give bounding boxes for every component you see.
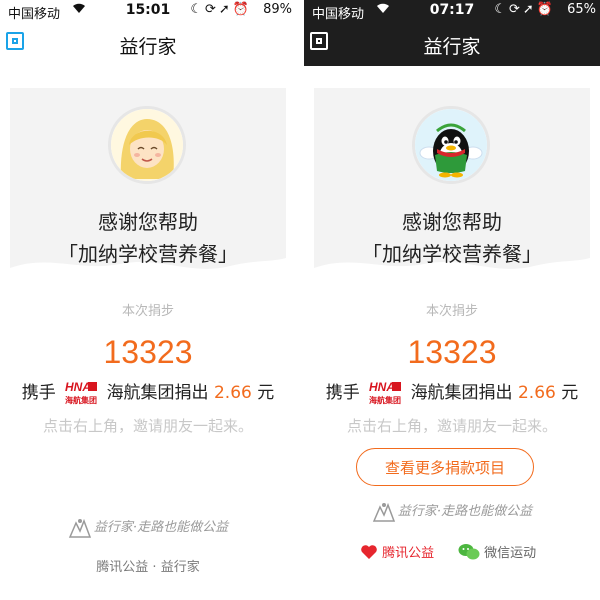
- slogan: 益行家·走路也能做公益: [304, 500, 600, 523]
- invite-hint: 点击右上角，邀请朋友一起来。: [42, 417, 253, 435]
- slogan-brand: 益行家: [397, 504, 437, 519]
- rotation-lock-icon: ⟳: [205, 2, 219, 17]
- yixingjia-logo-icon: [372, 501, 396, 523]
- step-count: 13323: [103, 334, 193, 370]
- currency-unit: 元: [257, 383, 275, 403]
- slogan-brand: 益行家: [93, 520, 133, 535]
- heart-icon: [360, 544, 378, 564]
- yixingjia-logo-icon: [68, 517, 92, 539]
- currency-unit: 元: [561, 383, 579, 403]
- status-bar: 中国移动 15:01 ☾⟳➚⏰ 89%: [0, 0, 296, 22]
- rotation-lock-icon: ⟳: [509, 2, 523, 17]
- avatar: [108, 106, 186, 184]
- avatar: [412, 106, 490, 184]
- slogan-text: ·走路也能做公益: [436, 504, 533, 519]
- location-arrow-icon: ➚: [522, 2, 537, 17]
- nav-bar: 益行家: [304, 20, 600, 66]
- moon-icon: ☾: [494, 2, 509, 17]
- battery-level: 89%: [263, 2, 292, 17]
- panel-divider: [296, 0, 304, 600]
- step-label: 本次捐步: [425, 304, 478, 319]
- donation-amount: 2.66: [213, 383, 252, 403]
- invite-hint: 点击右上角，邀请朋友一起来。: [346, 417, 557, 435]
- donation-line: 携手 HNA 海航集团 海航集团捐出 2.66 元: [304, 378, 600, 406]
- tencent-charity-link[interactable]: 腾讯公益: [360, 542, 434, 568]
- donation-line: 携手 HNA 海航集团 海航集团捐出 2.66 元: [0, 378, 296, 406]
- status-bar: 中国移动 07:17 ☾⟳➚⏰ 65%: [304, 0, 600, 22]
- donation-amount: 2.66: [517, 383, 556, 403]
- thanks-line-1: 感谢您帮助: [402, 210, 502, 234]
- step-count: 13323: [407, 334, 497, 370]
- battery-level: 65%: [567, 2, 596, 17]
- status-icons: ☾⟳➚⏰: [190, 2, 252, 17]
- step-label: 本次捐步: [121, 304, 174, 319]
- right-screenshot: 中国移动 07:17 ☾⟳➚⏰ 65% 益行家 感谢您帮助 「加纳学校营养餐」 …: [304, 0, 600, 600]
- hna-logo-icon: HNA 海航集团: [367, 380, 403, 406]
- project-name: 「加纳学校营养餐」: [362, 242, 542, 266]
- page-title: 益行家: [423, 36, 481, 58]
- hna-logo-icon: HNA 海航集团: [63, 380, 99, 406]
- tencent-charity-label: 腾讯公益: [382, 546, 435, 561]
- page-title: 益行家: [119, 36, 177, 58]
- project-name: 「加纳学校营养餐」: [58, 242, 238, 266]
- moon-icon: ☾: [190, 2, 205, 17]
- thanks-line-1: 感谢您帮助: [98, 210, 198, 234]
- svg-text:海航集团: 海航集团: [65, 395, 97, 405]
- nav-bar: 益行家: [0, 20, 296, 66]
- wechat-icon: [458, 543, 480, 565]
- cartoon-girl-avatar-icon: [111, 109, 183, 181]
- svg-text:海航集团: 海航集团: [369, 395, 401, 405]
- alarm-icon: ⏰: [232, 2, 252, 17]
- donate-prefix: 携手: [21, 383, 56, 403]
- more-projects-button[interactable]: 查看更多捐款项目: [356, 448, 534, 486]
- slogan-text: ·走路也能做公益: [132, 520, 229, 535]
- wechat-sports-label: 微信运动: [484, 546, 537, 561]
- status-icons: ☾⟳➚⏰: [494, 2, 556, 17]
- qq-penguin-avatar-icon: [415, 109, 487, 181]
- alarm-icon: ⏰: [536, 2, 556, 17]
- wechat-sports-link[interactable]: 微信运动: [458, 542, 536, 568]
- svg-text:HNA: HNA: [65, 380, 91, 394]
- sponsor-text: 海航集团捐出: [106, 383, 209, 403]
- slogan: 益行家·走路也能做公益: [0, 516, 296, 539]
- left-screenshot: 中国移动 15:01 ☾⟳➚⏰ 89% 益行家 感谢您帮助 「加纳学校营养餐」: [0, 0, 296, 600]
- footer-credit: 腾讯公益 · 益行家: [96, 560, 200, 575]
- donate-prefix: 携手: [325, 383, 360, 403]
- location-arrow-icon: ➚: [218, 2, 233, 17]
- svg-text:HNA: HNA: [369, 380, 395, 394]
- sponsor-text: 海航集团捐出: [410, 383, 513, 403]
